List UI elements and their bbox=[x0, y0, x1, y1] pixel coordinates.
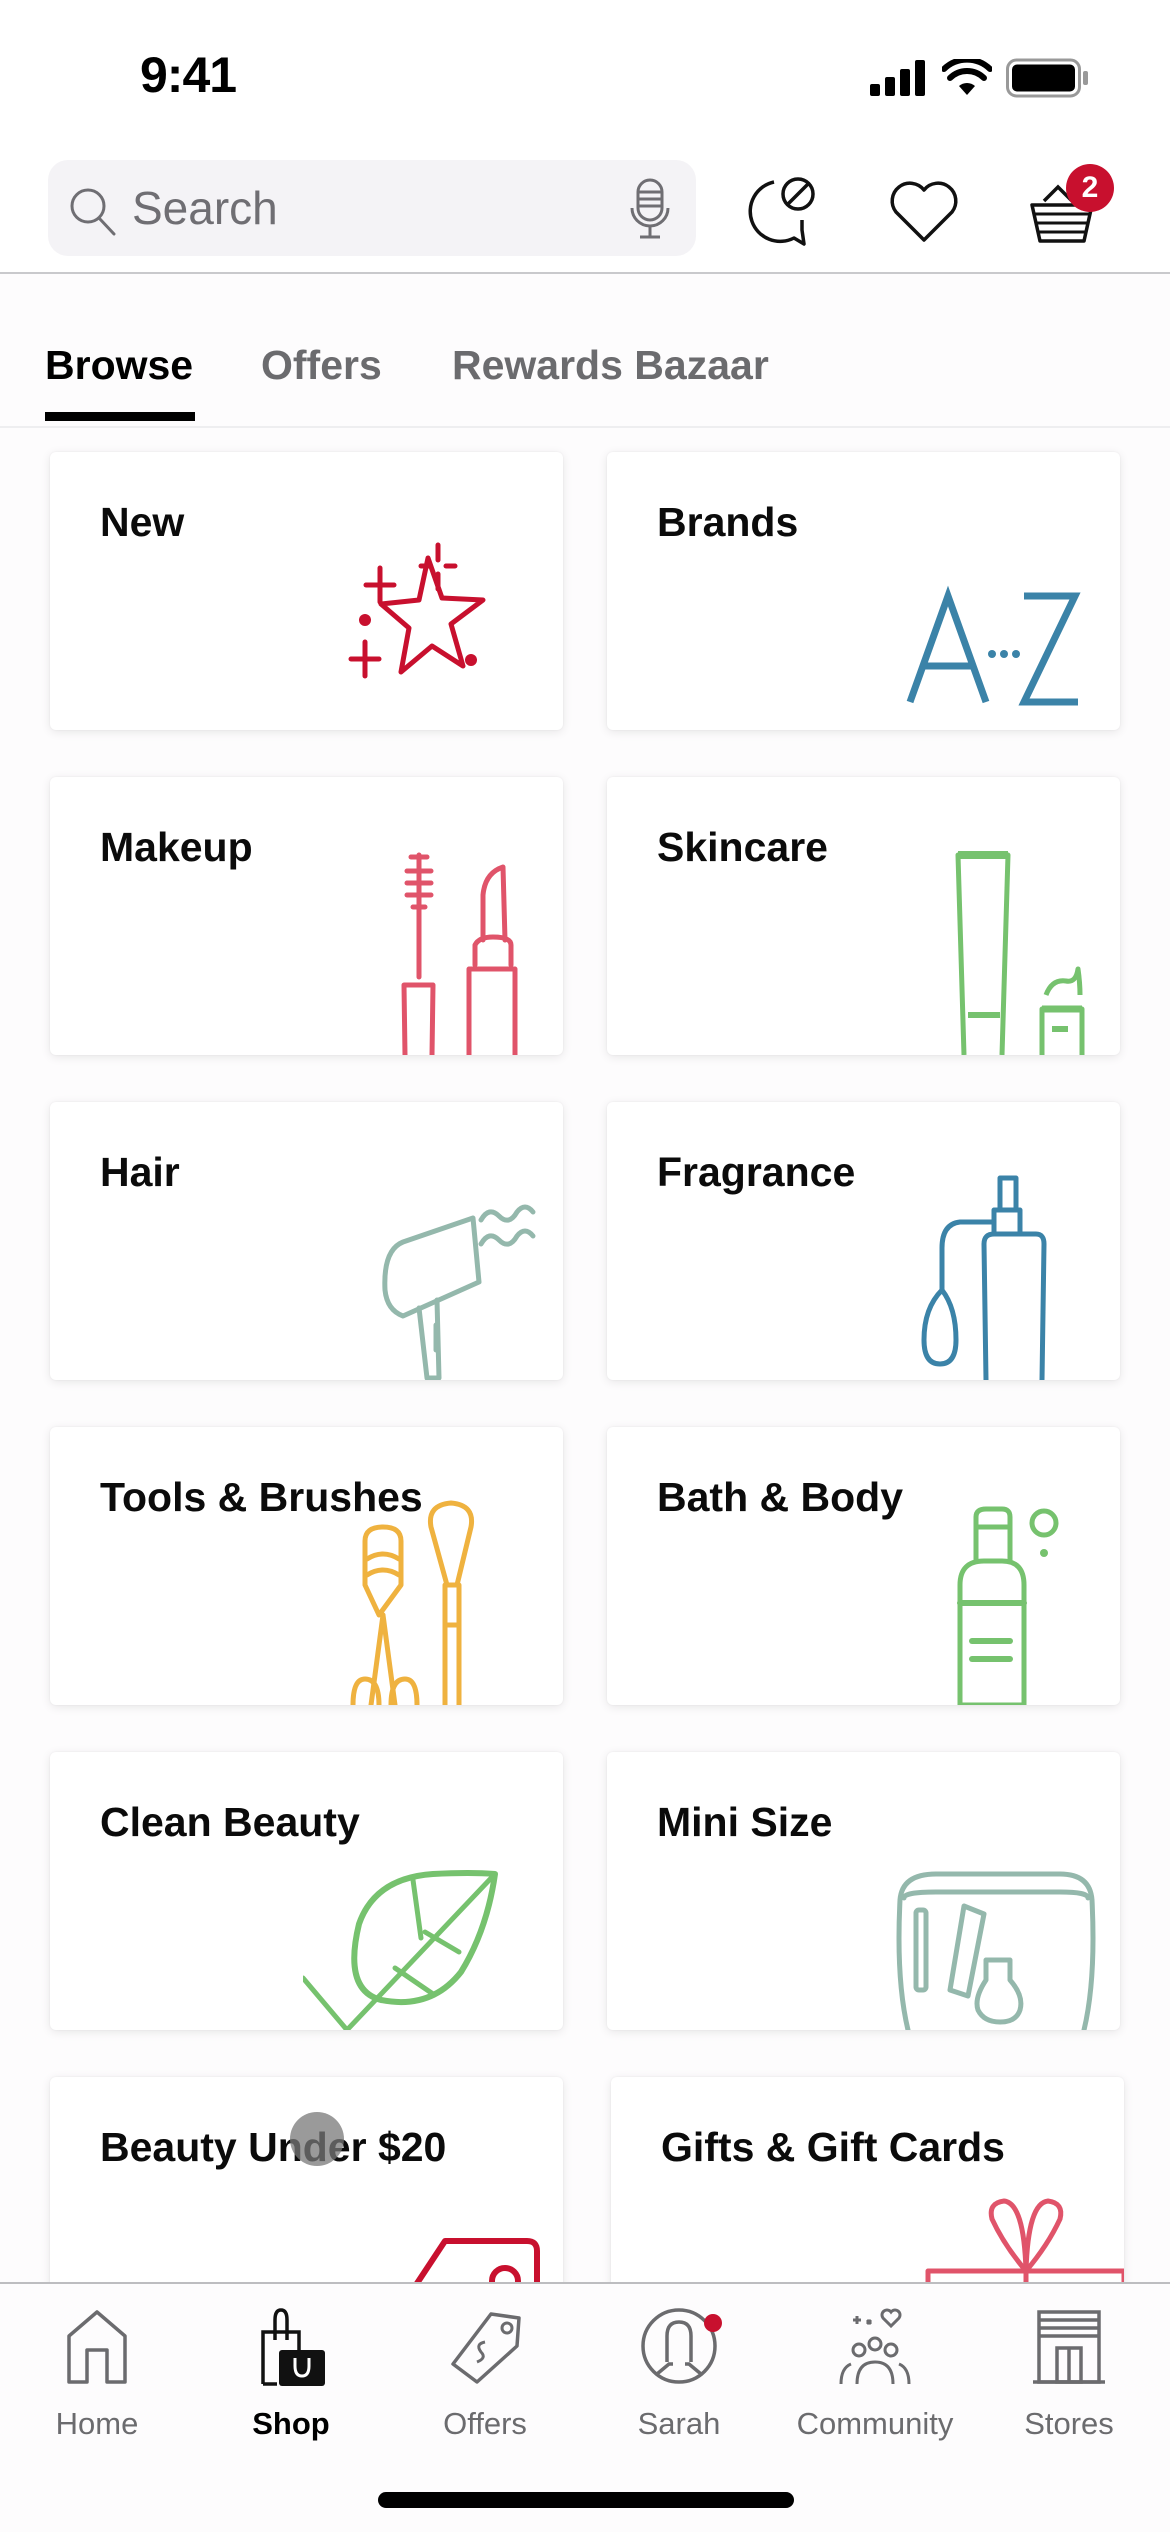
price-tag-icon bbox=[451, 2312, 521, 2384]
home-icon bbox=[67, 2310, 127, 2384]
category-card-tools-brushes[interactable]: Tools & Brushes bbox=[50, 1427, 563, 1705]
category-card-gifts-gift-cards[interactable]: Gifts & Gift Cards bbox=[611, 2077, 1124, 2282]
heart-icon bbox=[890, 181, 958, 242]
category-card-makeup[interactable]: Makeup bbox=[50, 777, 563, 1055]
community-icon bbox=[839, 2308, 911, 2385]
category-card-skincare[interactable]: Skincare bbox=[607, 777, 1120, 1055]
active-tab-indicator bbox=[45, 412, 195, 421]
tabbar-label: Offers bbox=[443, 2406, 527, 2441]
touch-indicator bbox=[290, 2112, 344, 2166]
category-card-beauty-under-20[interactable]: Beauty Under $20 bbox=[50, 2077, 563, 2282]
notification-dot bbox=[704, 2314, 722, 2332]
tabbar-label: Community bbox=[796, 2406, 954, 2441]
status-time: 9:41 bbox=[140, 47, 237, 103]
tabbar-item-community[interactable]: Community bbox=[780, 2306, 970, 2456]
home-indicator[interactable] bbox=[378, 2492, 794, 2508]
cellular-signal-icon bbox=[870, 60, 925, 96]
header: 2 bbox=[0, 150, 1170, 274]
tab-browse[interactable]: Browse bbox=[45, 342, 193, 389]
chat-button[interactable] bbox=[738, 170, 822, 254]
status-icons bbox=[870, 58, 1090, 98]
favorites-button[interactable] bbox=[882, 170, 966, 254]
browse-tabs: Browse Offers Rewards Bazaar bbox=[0, 276, 1170, 428]
hair-dryer-icon bbox=[382, 1204, 536, 1380]
basket-count-badge: 2 bbox=[1066, 164, 1114, 212]
status-bar: 9:41 bbox=[0, 0, 1170, 150]
tab-rewards-bazaar[interactable]: Rewards Bazaar bbox=[452, 342, 769, 389]
tab-offers[interactable]: Offers bbox=[261, 342, 382, 389]
body-wash-bottle-icon bbox=[957, 1506, 1059, 1705]
category-grid: New Brands Makeup Skincare Hair Fragranc… bbox=[0, 430, 1170, 2282]
leaf-check-icon bbox=[303, 1870, 498, 2030]
sparkle-star-icon bbox=[348, 542, 486, 679]
store-icon bbox=[1033, 2310, 1105, 2384]
tabbar-item-stores[interactable]: Stores bbox=[974, 2306, 1164, 2456]
tabbar-item-home[interactable]: Home bbox=[2, 2306, 192, 2456]
gift-box-icon bbox=[925, 2198, 1124, 2282]
tabbar-item-shop[interactable]: Shop bbox=[196, 2306, 386, 2456]
category-card-clean-beauty[interactable]: Clean Beauty bbox=[50, 1752, 563, 2030]
search-bar[interactable] bbox=[48, 160, 696, 256]
tabbar-label: Sarah bbox=[637, 2406, 721, 2441]
tabbar-item-offers[interactable]: Offers bbox=[390, 2306, 580, 2456]
search-icon bbox=[70, 188, 116, 236]
chat-icon bbox=[748, 177, 815, 246]
category-card-fragrance[interactable]: Fragrance bbox=[607, 1102, 1120, 1380]
battery-icon bbox=[1006, 58, 1088, 98]
tabbar-label: Shop bbox=[252, 2406, 330, 2441]
category-card-brands[interactable]: Brands bbox=[607, 452, 1120, 730]
category-card-mini-size[interactable]: Mini Size bbox=[607, 1752, 1120, 2030]
tabbar-label: Stores bbox=[1024, 2406, 1114, 2441]
wifi-icon bbox=[942, 59, 992, 95]
category-card-new[interactable]: New bbox=[50, 452, 563, 730]
shopping-bag-icon bbox=[261, 2308, 325, 2386]
perfume-bottle-icon bbox=[921, 1175, 1047, 1380]
search-input[interactable] bbox=[132, 160, 632, 256]
a-to-z-icon bbox=[906, 585, 1081, 706]
mascara-lipstick-icon bbox=[401, 852, 518, 1055]
tube-jar-icon bbox=[955, 851, 1085, 1055]
category-card-bath-body[interactable]: Bath & Body bbox=[607, 1427, 1120, 1705]
tabbar-item-profile[interactable]: Sarah bbox=[584, 2306, 774, 2456]
travel-bag-icon bbox=[896, 1871, 1096, 2030]
category-card-hair[interactable]: Hair bbox=[50, 1102, 563, 1380]
curler-brush-icon bbox=[350, 1500, 475, 1705]
basket-button[interactable]: 2 bbox=[1024, 164, 1114, 254]
tabbar-label: Home bbox=[55, 2406, 139, 2441]
microphone-icon[interactable] bbox=[630, 178, 670, 240]
